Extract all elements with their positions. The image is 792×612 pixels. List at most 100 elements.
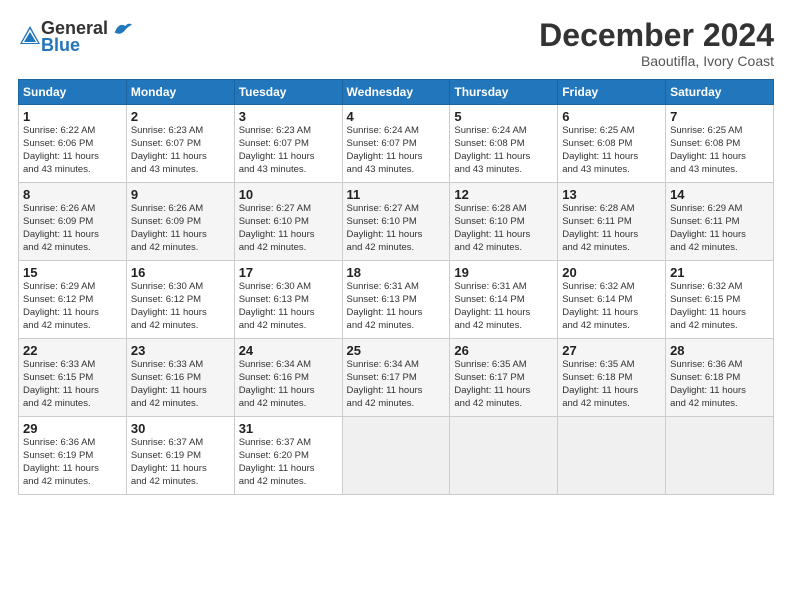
calendar-cell: 18Sunrise: 6:31 AM Sunset: 6:13 PM Dayli… [342, 261, 450, 339]
day-number: 30 [131, 421, 230, 436]
day-info: Sunrise: 6:32 AM Sunset: 6:15 PM Dayligh… [670, 281, 769, 332]
calendar-cell: 30Sunrise: 6:37 AM Sunset: 6:19 PM Dayli… [126, 417, 234, 495]
day-number: 11 [347, 187, 446, 202]
day-info: Sunrise: 6:27 AM Sunset: 6:10 PM Dayligh… [347, 203, 446, 254]
day-info: Sunrise: 6:26 AM Sunset: 6:09 PM Dayligh… [131, 203, 230, 254]
day-info: Sunrise: 6:28 AM Sunset: 6:10 PM Dayligh… [454, 203, 553, 254]
day-number: 24 [239, 343, 338, 358]
week-row-2: 8Sunrise: 6:26 AM Sunset: 6:09 PM Daylig… [19, 183, 774, 261]
calendar-cell: 5Sunrise: 6:24 AM Sunset: 6:08 PM Daylig… [450, 105, 558, 183]
col-saturday: Saturday [666, 80, 774, 105]
calendar-cell: 21Sunrise: 6:32 AM Sunset: 6:15 PM Dayli… [666, 261, 774, 339]
calendar-cell: 31Sunrise: 6:37 AM Sunset: 6:20 PM Dayli… [234, 417, 342, 495]
subtitle: Baoutifla, Ivory Coast [539, 53, 774, 69]
day-number: 5 [454, 109, 553, 124]
col-sunday: Sunday [19, 80, 127, 105]
calendar-cell: 13Sunrise: 6:28 AM Sunset: 6:11 PM Dayli… [558, 183, 666, 261]
day-number: 13 [562, 187, 661, 202]
day-info: Sunrise: 6:22 AM Sunset: 6:06 PM Dayligh… [23, 125, 122, 176]
calendar-cell [558, 417, 666, 495]
day-info: Sunrise: 6:25 AM Sunset: 6:08 PM Dayligh… [670, 125, 769, 176]
day-number: 17 [239, 265, 338, 280]
day-number: 14 [670, 187, 769, 202]
calendar-cell: 25Sunrise: 6:34 AM Sunset: 6:17 PM Dayli… [342, 339, 450, 417]
day-info: Sunrise: 6:23 AM Sunset: 6:07 PM Dayligh… [239, 125, 338, 176]
day-info: Sunrise: 6:31 AM Sunset: 6:13 PM Dayligh… [347, 281, 446, 332]
calendar-cell: 29Sunrise: 6:36 AM Sunset: 6:19 PM Dayli… [19, 417, 127, 495]
page: General Blue December 2024 Baoutifla, Iv… [0, 0, 792, 612]
day-number: 8 [23, 187, 122, 202]
calendar-cell: 22Sunrise: 6:33 AM Sunset: 6:15 PM Dayli… [19, 339, 127, 417]
day-number: 21 [670, 265, 769, 280]
day-number: 22 [23, 343, 122, 358]
header: General Blue December 2024 Baoutifla, Iv… [18, 18, 774, 69]
day-number: 4 [347, 109, 446, 124]
day-info: Sunrise: 6:27 AM Sunset: 6:10 PM Dayligh… [239, 203, 338, 254]
calendar-cell [450, 417, 558, 495]
day-number: 27 [562, 343, 661, 358]
day-number: 31 [239, 421, 338, 436]
day-number: 7 [670, 109, 769, 124]
calendar-cell: 7Sunrise: 6:25 AM Sunset: 6:08 PM Daylig… [666, 105, 774, 183]
day-info: Sunrise: 6:35 AM Sunset: 6:18 PM Dayligh… [562, 359, 661, 410]
day-number: 28 [670, 343, 769, 358]
day-info: Sunrise: 6:33 AM Sunset: 6:16 PM Dayligh… [131, 359, 230, 410]
col-wednesday: Wednesday [342, 80, 450, 105]
calendar-cell: 2Sunrise: 6:23 AM Sunset: 6:07 PM Daylig… [126, 105, 234, 183]
calendar-cell: 24Sunrise: 6:34 AM Sunset: 6:16 PM Dayli… [234, 339, 342, 417]
day-number: 10 [239, 187, 338, 202]
calendar-cell: 16Sunrise: 6:30 AM Sunset: 6:12 PM Dayli… [126, 261, 234, 339]
day-number: 6 [562, 109, 661, 124]
day-number: 20 [562, 265, 661, 280]
day-number: 9 [131, 187, 230, 202]
calendar-cell: 4Sunrise: 6:24 AM Sunset: 6:07 PM Daylig… [342, 105, 450, 183]
col-tuesday: Tuesday [234, 80, 342, 105]
calendar-cell: 12Sunrise: 6:28 AM Sunset: 6:10 PM Dayli… [450, 183, 558, 261]
calendar-cell: 15Sunrise: 6:29 AM Sunset: 6:12 PM Dayli… [19, 261, 127, 339]
title-block: December 2024 Baoutifla, Ivory Coast [539, 18, 774, 69]
day-number: 2 [131, 109, 230, 124]
calendar-cell: 1Sunrise: 6:22 AM Sunset: 6:06 PM Daylig… [19, 105, 127, 183]
calendar-cell: 20Sunrise: 6:32 AM Sunset: 6:14 PM Dayli… [558, 261, 666, 339]
day-number: 19 [454, 265, 553, 280]
day-info: Sunrise: 6:25 AM Sunset: 6:08 PM Dayligh… [562, 125, 661, 176]
day-info: Sunrise: 6:36 AM Sunset: 6:18 PM Dayligh… [670, 359, 769, 410]
col-monday: Monday [126, 80, 234, 105]
calendar-cell: 17Sunrise: 6:30 AM Sunset: 6:13 PM Dayli… [234, 261, 342, 339]
day-info: Sunrise: 6:36 AM Sunset: 6:19 PM Dayligh… [23, 437, 122, 488]
day-number: 29 [23, 421, 122, 436]
day-number: 18 [347, 265, 446, 280]
day-info: Sunrise: 6:30 AM Sunset: 6:12 PM Dayligh… [131, 281, 230, 332]
week-row-3: 15Sunrise: 6:29 AM Sunset: 6:12 PM Dayli… [19, 261, 774, 339]
day-info: Sunrise: 6:34 AM Sunset: 6:16 PM Dayligh… [239, 359, 338, 410]
day-info: Sunrise: 6:29 AM Sunset: 6:11 PM Dayligh… [670, 203, 769, 254]
calendar-cell: 23Sunrise: 6:33 AM Sunset: 6:16 PM Dayli… [126, 339, 234, 417]
day-info: Sunrise: 6:31 AM Sunset: 6:14 PM Dayligh… [454, 281, 553, 332]
day-number: 23 [131, 343, 230, 358]
week-row-5: 29Sunrise: 6:36 AM Sunset: 6:19 PM Dayli… [19, 417, 774, 495]
calendar-cell: 14Sunrise: 6:29 AM Sunset: 6:11 PM Dayli… [666, 183, 774, 261]
calendar-cell: 11Sunrise: 6:27 AM Sunset: 6:10 PM Dayli… [342, 183, 450, 261]
day-number: 3 [239, 109, 338, 124]
week-row-1: 1Sunrise: 6:22 AM Sunset: 6:06 PM Daylig… [19, 105, 774, 183]
col-friday: Friday [558, 80, 666, 105]
day-number: 25 [347, 343, 446, 358]
calendar-cell [342, 417, 450, 495]
day-info: Sunrise: 6:32 AM Sunset: 6:14 PM Dayligh… [562, 281, 661, 332]
calendar-cell: 8Sunrise: 6:26 AM Sunset: 6:09 PM Daylig… [19, 183, 127, 261]
day-info: Sunrise: 6:24 AM Sunset: 6:08 PM Dayligh… [454, 125, 553, 176]
day-number: 15 [23, 265, 122, 280]
calendar-cell: 26Sunrise: 6:35 AM Sunset: 6:17 PM Dayli… [450, 339, 558, 417]
day-number: 16 [131, 265, 230, 280]
week-row-4: 22Sunrise: 6:33 AM Sunset: 6:15 PM Dayli… [19, 339, 774, 417]
calendar-cell: 10Sunrise: 6:27 AM Sunset: 6:10 PM Dayli… [234, 183, 342, 261]
month-title: December 2024 [539, 18, 774, 53]
calendar-cell: 27Sunrise: 6:35 AM Sunset: 6:18 PM Dayli… [558, 339, 666, 417]
day-info: Sunrise: 6:33 AM Sunset: 6:15 PM Dayligh… [23, 359, 122, 410]
day-number: 1 [23, 109, 122, 124]
calendar-cell: 19Sunrise: 6:31 AM Sunset: 6:14 PM Dayli… [450, 261, 558, 339]
calendar-cell: 28Sunrise: 6:36 AM Sunset: 6:18 PM Dayli… [666, 339, 774, 417]
day-info: Sunrise: 6:28 AM Sunset: 6:11 PM Dayligh… [562, 203, 661, 254]
day-info: Sunrise: 6:29 AM Sunset: 6:12 PM Dayligh… [23, 281, 122, 332]
day-info: Sunrise: 6:26 AM Sunset: 6:09 PM Dayligh… [23, 203, 122, 254]
